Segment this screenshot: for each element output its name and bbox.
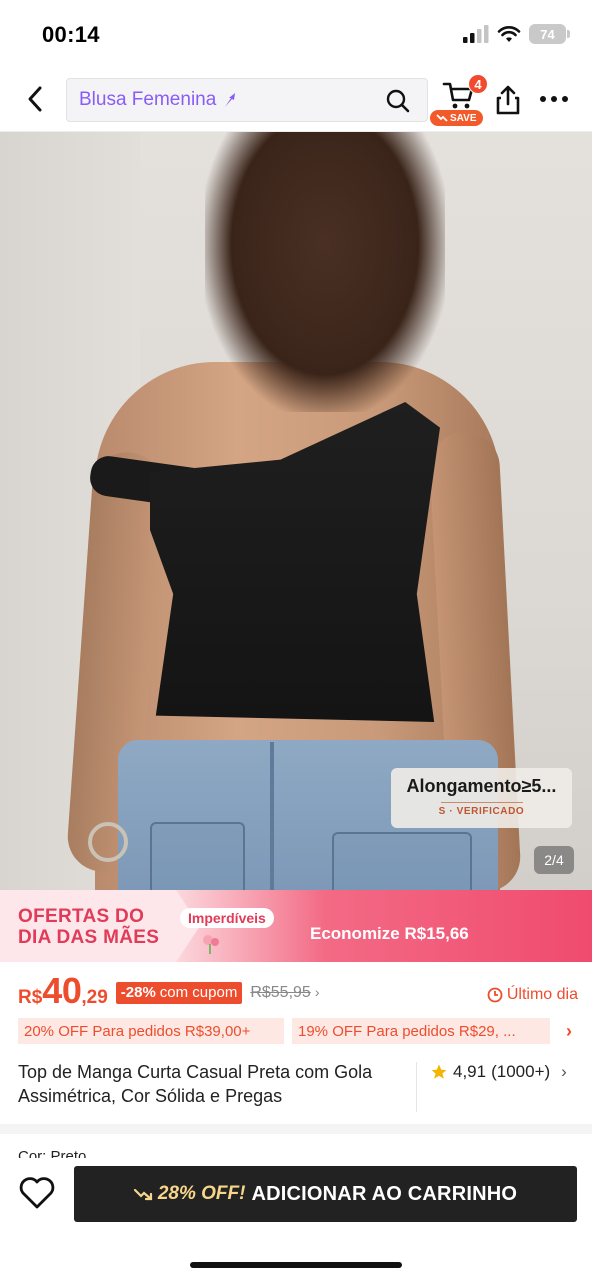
home-indicator [190, 1262, 402, 1268]
last-day-indicator: Último dia [487, 986, 578, 1004]
price-main: 40 [42, 970, 82, 1011]
flower-icon [198, 930, 226, 959]
clock-icon [487, 987, 503, 1003]
wishlist-button[interactable] [18, 1176, 56, 1215]
status-time: 00:14 [42, 22, 100, 47]
discount-percent: -28% [120, 984, 156, 1001]
coupon-discount-badge: -28% com cupom [115, 981, 243, 1004]
more-dot-icon [562, 96, 568, 102]
trending-icon [222, 91, 238, 109]
price-row: R$ 40 ,29 -28% com cupom R$55,95 › Últim… [18, 970, 578, 1011]
price-currency: R$ [18, 987, 43, 1008]
add-cart-label: ADICIONAR AO CARRINHO [251, 1182, 518, 1205]
search-icon[interactable] [385, 88, 411, 119]
signal-icon [463, 25, 489, 43]
chevron-right-icon: › [561, 1062, 567, 1081]
trend-down-icon [133, 1188, 152, 1201]
status-bar: 00:14 74 [0, 0, 592, 70]
section-divider [0, 1124, 592, 1134]
promo-title-line1: OFERTAS DO [18, 906, 145, 927]
cart-count-badge: 4 [468, 74, 488, 94]
share-icon [496, 85, 520, 115]
promo-savings: Economize R$15,66 [310, 924, 469, 943]
promo-banner[interactable]: OFERTAS DO DIA DAS MÃES Imperdíveis Econ… [0, 890, 592, 962]
battery-icon: 74 [529, 24, 570, 44]
stretch-label: Alongamento≥5... [406, 776, 557, 796]
photo-watch [88, 822, 128, 862]
product-info: Top de Manga Curta Casual Preta com Gola… [18, 1060, 578, 1116]
cart-button[interactable]: 4 SAVE [430, 74, 488, 126]
price-cents: ,29 [81, 987, 108, 1008]
discount-text: com cupom [159, 984, 238, 1001]
wifi-icon [497, 26, 521, 42]
divider [416, 1062, 417, 1112]
more-dot-icon [551, 96, 557, 102]
search-input[interactable]: Blusa Femenina [66, 78, 428, 122]
photo-jeans-seam [270, 742, 274, 892]
promo-title: OFERTAS DO DIA DAS MÃES [18, 906, 159, 948]
product-title: Top de Manga Curta Casual Preta com Gola… [18, 1062, 373, 1106]
review-count: (1000+) [491, 1062, 551, 1081]
star-icon [431, 1064, 447, 1079]
back-button[interactable] [18, 82, 52, 116]
rating-value: 4,91 [453, 1062, 487, 1081]
coupon-chip[interactable]: 19% OFF Para pedidos R$29, ... [292, 1018, 550, 1044]
image-counter: 2/4 [534, 846, 574, 874]
chevron-right-icon[interactable]: › [566, 1021, 572, 1042]
tag-divider [440, 802, 523, 803]
coupon-row[interactable]: 20% OFF Para pedidos R$39,00+ 19% OFF Pa… [18, 1018, 592, 1044]
share-button[interactable] [494, 84, 522, 121]
status-indicators: 74 [463, 24, 570, 44]
trend-down-icon [436, 114, 448, 122]
heart-icon [19, 1177, 55, 1209]
promo-tag: Imperdíveis [180, 908, 274, 928]
add-cart-discount-text: 28% OFF! [157, 1183, 246, 1204]
save-label: SAVE [450, 112, 477, 124]
bottom-action-bar: 28% OFF! ADICIONAR AO CARRINHO [0, 1158, 592, 1280]
product-image-gallery[interactable]: Alongamento≥5... S · VERIFICADO 2/4 [0, 132, 592, 892]
top-nav: Blusa Femenina 4 SAVE [0, 70, 592, 132]
stretch-verified-tag[interactable]: Alongamento≥5... S · VERIFICADO [391, 768, 572, 828]
rating-summary[interactable]: 4,91 (1000+) › [430, 1062, 567, 1082]
battery-level: 74 [540, 26, 555, 42]
coupon-chip[interactable]: 20% OFF Para pedidos R$39,00+ [18, 1018, 284, 1044]
photo-jeans-pocket [150, 822, 245, 892]
original-price[interactable]: R$55,95 [250, 984, 311, 1002]
back-arrow-icon [28, 86, 42, 112]
search-query: Blusa Femenina [79, 89, 217, 110]
verified-label: S · VERIFICADO [438, 806, 525, 817]
more-dot-icon [540, 96, 546, 102]
photo-jeans-pocket [332, 832, 472, 892]
save-badge: SAVE [430, 110, 483, 126]
add-cart-discount: 28% OFF! [133, 1183, 246, 1205]
last-day-label: Último dia [506, 986, 578, 1003]
chevron-right-icon[interactable]: › [315, 984, 320, 1000]
photo-model-hair [205, 132, 445, 412]
more-options-button[interactable] [540, 96, 568, 102]
promo-title-line2: DIA DAS MÃES [18, 927, 160, 948]
add-to-cart-button[interactable]: 28% OFF! ADICIONAR AO CARRINHO [74, 1166, 577, 1222]
